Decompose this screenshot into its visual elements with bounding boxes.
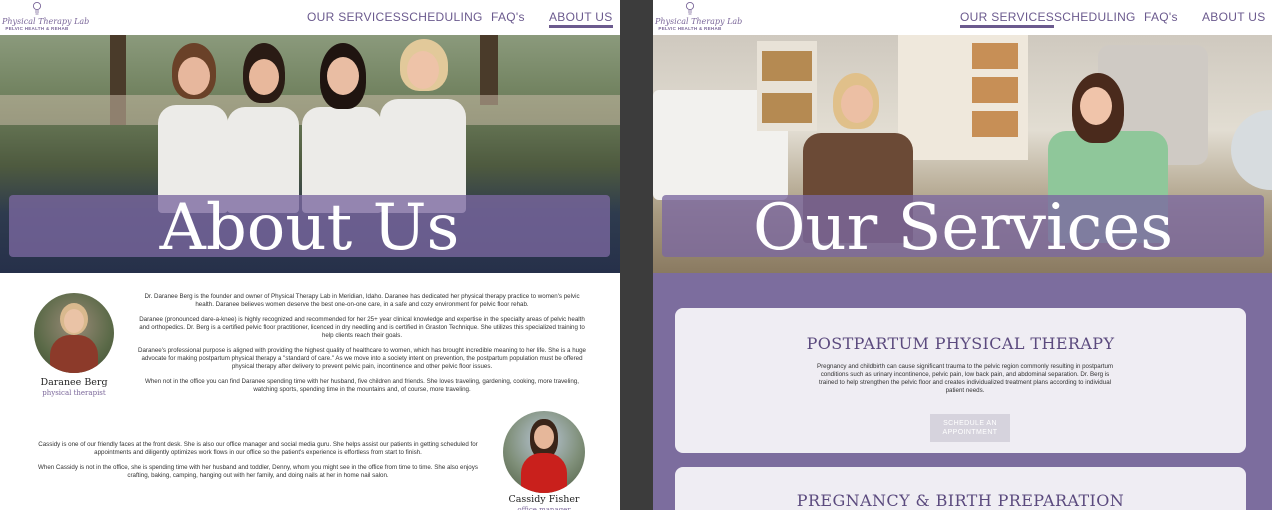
lightbulb-icon (32, 1, 42, 15)
team-member-figure (158, 43, 228, 213)
screenshot-divider (620, 0, 653, 510)
staff-name: Daranee Berg (40, 377, 108, 388)
bio-paragraph: When not in the office you can find Dara… (145, 378, 579, 393)
staff-name: Cassidy Fisher (508, 494, 580, 505)
service-title: PREGNANCY & BIRTH PREPARATION (796, 491, 1125, 510)
nav-our-services[interactable]: OUR SERVICES (307, 10, 401, 24)
nav-our-services[interactable]: OUR SERVICES (960, 10, 1055, 28)
site-header: Physical Therapy Lab PELVIC HEALTH & REH… (0, 0, 620, 35)
logo-script-text: Physical Therapy Lab (2, 17, 90, 26)
logo-subtitle: PELVIC HEALTH & REHAB (5, 26, 69, 31)
team-member-figure (302, 43, 382, 213)
our-services-page: Physical Therapy Lab PELVIC HEALTH & REH… (653, 0, 1272, 510)
service-title: POSTPARTUM PHYSICAL THERAPY (806, 334, 1115, 353)
nav-about-us[interactable]: ABOUT US (549, 10, 613, 28)
logo-subtitle: PELVIC HEALTH & REHAB (658, 26, 722, 31)
team-member-figure (380, 39, 466, 213)
about-us-page: Physical Therapy Lab PELVIC HEALTH & REH… (0, 0, 620, 510)
nav-faqs[interactable]: FAQ's (491, 10, 525, 24)
drawer-cabinet (898, 35, 1028, 160)
page-title: Our Services (752, 191, 1174, 265)
nav-scheduling[interactable]: SCHEDULING (401, 10, 483, 24)
services-hero-image: Our Services (653, 35, 1272, 273)
avatar-daranee-berg (34, 293, 114, 373)
services-section: POSTPARTUM PHYSICAL THERAPY Pregnancy an… (653, 273, 1272, 510)
team-member-figure (227, 43, 299, 213)
page-title: About Us (159, 191, 460, 265)
exercise-ball (1231, 110, 1272, 190)
bio-paragraph: Daranee's professional purpose is aligne… (138, 347, 586, 370)
lightbulb-icon (685, 1, 695, 15)
nav-scheduling[interactable]: SCHEDULING (1054, 10, 1136, 24)
bio-paragraph: When Cassidy is not in the office, she i… (38, 464, 478, 479)
nav-about-us[interactable]: ABOUT US (1202, 10, 1266, 24)
staff-bio: Cassidy is one of our friendly faces at … (30, 441, 486, 487)
avatar-cassidy-fisher (503, 411, 585, 493)
bio-paragraph: Daranee (pronounced dare-a-knee) is high… (139, 316, 585, 339)
nav-faqs[interactable]: FAQ's (1144, 10, 1178, 24)
staff-role: office manager (517, 506, 571, 510)
site-header: Physical Therapy Lab PELVIC HEALTH & REH… (653, 0, 1272, 35)
staff-bio: Dr. Daranee Berg is the founder and owne… (137, 293, 587, 401)
site-logo[interactable]: Physical Therapy Lab PELVIC HEALTH & REH… (2, 1, 90, 35)
service-card: POSTPARTUM PHYSICAL THERAPY Pregnancy an… (675, 308, 1246, 453)
bio-paragraph: Dr. Daranee Berg is the founder and owne… (144, 293, 580, 308)
about-hero-image: About Us (0, 35, 620, 273)
site-logo[interactable]: Physical Therapy Lab PELVIC HEALTH & REH… (655, 1, 743, 35)
staff-role: physical therapist (42, 389, 106, 397)
bio-paragraph: Cassidy is one of our friendly faces at … (38, 441, 478, 456)
logo-script-text: Physical Therapy Lab (655, 17, 743, 26)
schedule-appointment-button[interactable]: SCHEDULE AN APPOINTMENT (930, 414, 1010, 442)
page-title-banner: About Us (9, 191, 610, 265)
page-title-banner: Our Services (662, 191, 1264, 265)
service-card: PREGNANCY & BIRTH PREPARATION (675, 467, 1246, 510)
service-description: Pregnancy and childbirth can cause signi… (816, 363, 1114, 394)
